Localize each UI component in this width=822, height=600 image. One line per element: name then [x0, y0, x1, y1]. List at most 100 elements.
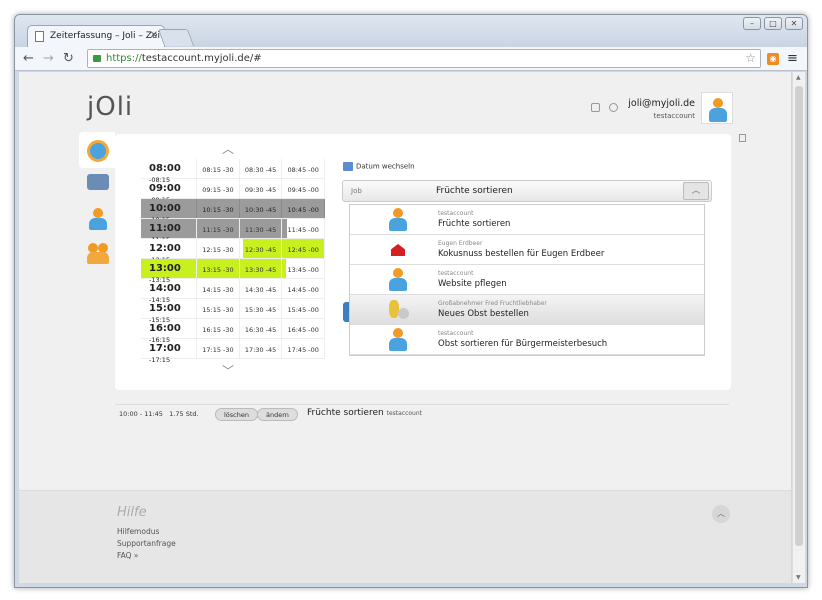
- close-tab-icon[interactable]: ✕: [150, 30, 158, 41]
- time-slot[interactable]: 13:45 -00: [282, 259, 325, 278]
- job-option[interactable]: testaccount Obst sortieren für Bürgermeis…: [350, 325, 704, 355]
- support-link[interactable]: Supportanfrage: [117, 539, 176, 548]
- time-row: 14:00 -14:15 14:15 -30 14:30 -45 14:45 -00: [141, 279, 325, 304]
- time-slot[interactable]: 12:30 -45: [240, 239, 283, 258]
- time-slot[interactable]: 16:30 -45: [240, 319, 283, 338]
- faq-link[interactable]: FAQ »: [117, 551, 139, 560]
- time-slot[interactable]: 10:00 -10:15: [141, 199, 198, 224]
- close-window-button[interactable]: ✕: [785, 17, 803, 30]
- job-option[interactable]: testaccount Früchte sortieren: [350, 205, 704, 235]
- address-bar[interactable]: https://testaccount.myjoli.de/# ☆: [87, 49, 761, 68]
- time-slot[interactable]: 17:30 -45: [240, 339, 283, 358]
- time-slot[interactable]: 10:30 -45: [240, 199, 283, 218]
- user-icon[interactable]: [87, 208, 109, 230]
- scroll-down-icon[interactable]: ﹀: [222, 362, 234, 379]
- bookmark-star-icon[interactable]: ☆: [745, 51, 756, 65]
- fruit-basket-icon: [386, 298, 410, 322]
- time-slot[interactable]: 14:00 -14:15: [141, 279, 198, 304]
- job-option[interactable]: Großabnehmer Fred Fruchtliebhaber Neues O…: [350, 295, 704, 325]
- option-title: Kokusnuss bestellen für Eugen Erdbeer: [438, 249, 605, 259]
- time-slot[interactable]: 08:00 -08:15: [141, 159, 198, 184]
- time-slot[interactable]: 15:15 -30: [197, 299, 240, 318]
- rss-icon[interactable]: ◉: [767, 53, 779, 65]
- minimize-button[interactable]: –: [743, 17, 761, 30]
- scroll-top-button[interactable]: ︿: [712, 505, 730, 523]
- time-slot[interactable]: 16:45 -00: [282, 319, 325, 338]
- time-slot[interactable]: 09:45 -00: [282, 179, 325, 198]
- time-slot[interactable]: 13:00 -13:15: [141, 259, 198, 284]
- user-email[interactable]: joli@myjoli.de: [628, 98, 695, 109]
- link-icon[interactable]: [609, 103, 618, 112]
- time-slot[interactable]: 17:15 -30: [197, 339, 240, 358]
- forward-arrow-icon[interactable]: →: [43, 51, 54, 66]
- browser-tab[interactable]: Zeiterfassung – Joli – Zeit F ✕: [27, 25, 165, 47]
- time-row: 11:00 -11:1511:15 -3011:30 -4511:45 -00: [141, 219, 325, 244]
- scrollbar[interactable]: ▲ ▼: [792, 72, 805, 583]
- time-slot[interactable]: 08:30 -45: [240, 159, 283, 178]
- time-slot[interactable]: 15:30 -45: [240, 299, 283, 318]
- divider: [115, 404, 729, 405]
- collapse-button[interactable]: ︿: [683, 182, 709, 200]
- time-slot[interactable]: 13:15 -30: [197, 259, 240, 278]
- avatar[interactable]: [701, 92, 733, 124]
- option-title: Früchte sortieren: [438, 219, 511, 229]
- change-button[interactable]: ändern: [257, 408, 298, 421]
- change-date-link[interactable]: Datum wechseln: [343, 162, 415, 171]
- keyboard-icon[interactable]: [591, 103, 600, 112]
- time-slot[interactable]: 10:45 -00: [282, 199, 325, 218]
- time-slot[interactable]: 11:00 -11:15: [141, 219, 198, 244]
- time-slot[interactable]: 15:00 -15:15: [141, 299, 198, 324]
- lock-icon[interactable]: [739, 134, 746, 142]
- option-owner: testaccount: [438, 270, 474, 277]
- tab-title: Zeiterfassung – Joli – Zeit F: [50, 31, 165, 41]
- footer: Hilfe Hilfemodus Supportanfrage FAQ » ︿: [19, 490, 791, 583]
- option-title: Neues Obst bestellen: [438, 309, 529, 319]
- time-slot[interactable]: 12:15 -30: [197, 239, 240, 258]
- account-name: testaccount: [653, 112, 695, 120]
- option-title: Obst sortieren für Bürgermeisterbesuch: [438, 339, 608, 349]
- time-slot[interactable]: 09:00 -09:15: [141, 179, 198, 204]
- reload-icon[interactable]: ↻: [63, 51, 74, 66]
- time-slot[interactable]: 12:45 -00: [282, 239, 325, 258]
- time-slot[interactable]: 09:15 -30: [197, 179, 240, 198]
- time-slot[interactable]: 14:15 -30: [197, 279, 240, 298]
- new-tab-button[interactable]: [157, 29, 195, 46]
- job-select[interactable]: Job Früchte sortieren ︿: [342, 180, 712, 202]
- time-slot[interactable]: 08:15 -30: [197, 159, 240, 178]
- time-slot[interactable]: 08:45 -00: [282, 159, 325, 178]
- briefcase-icon[interactable]: [87, 174, 109, 190]
- page-icon: [35, 31, 44, 42]
- option-owner: testaccount: [438, 210, 474, 217]
- group-icon[interactable]: [87, 242, 109, 264]
- delete-button[interactable]: löschen: [215, 408, 258, 421]
- time-slot[interactable]: 12:00 -12:15: [141, 239, 198, 264]
- time-slot[interactable]: 11:45 -00: [282, 219, 325, 238]
- menu-icon[interactable]: ≡: [787, 51, 798, 66]
- time-slot[interactable]: 13:30 -45: [240, 259, 283, 278]
- clock-icon[interactable]: [87, 140, 109, 162]
- window-controls: – □ ✕: [743, 17, 803, 30]
- scrollbar-thumb[interactable]: [795, 86, 803, 546]
- time-slot[interactable]: 11:30 -45: [240, 219, 283, 238]
- back-arrow-icon[interactable]: ←: [23, 51, 34, 66]
- option-owner: testaccount: [438, 330, 474, 337]
- title-bar: Zeiterfassung – Joli – Zeit F ✕ – □ ✕: [15, 15, 807, 47]
- job-option[interactable]: testaccount Website pflegen: [350, 265, 704, 295]
- time-slot[interactable]: 09:30 -45: [240, 179, 283, 198]
- worker-icon: [386, 208, 410, 232]
- time-slot[interactable]: 14:45 -00: [282, 279, 325, 298]
- help-mode-link[interactable]: Hilfemodus: [117, 527, 159, 536]
- time-slot[interactable]: 17:00 -17:15: [141, 339, 198, 364]
- time-slot[interactable]: 16:00 -16:15: [141, 319, 198, 344]
- time-slot[interactable]: 14:30 -45: [240, 279, 283, 298]
- time-row: 13:00 -13:15 13:15 -30 13:30 -45 13:45 -00: [141, 259, 325, 284]
- job-option[interactable]: Eugen Erdbeer Kokusnuss bestellen für Eug…: [350, 235, 704, 265]
- maximize-button[interactable]: □: [764, 17, 782, 30]
- time-slot[interactable]: 16:15 -30: [197, 319, 240, 338]
- time-slot[interactable]: 15:45 -00: [282, 299, 325, 318]
- scroll-up-icon[interactable]: ︿: [222, 140, 234, 157]
- time-slot[interactable]: 10:15 -30: [197, 199, 240, 218]
- time-slot[interactable]: 17:45 -00: [282, 339, 325, 358]
- worker-icon: [386, 268, 410, 292]
- time-slot[interactable]: 11:15 -30: [197, 219, 240, 238]
